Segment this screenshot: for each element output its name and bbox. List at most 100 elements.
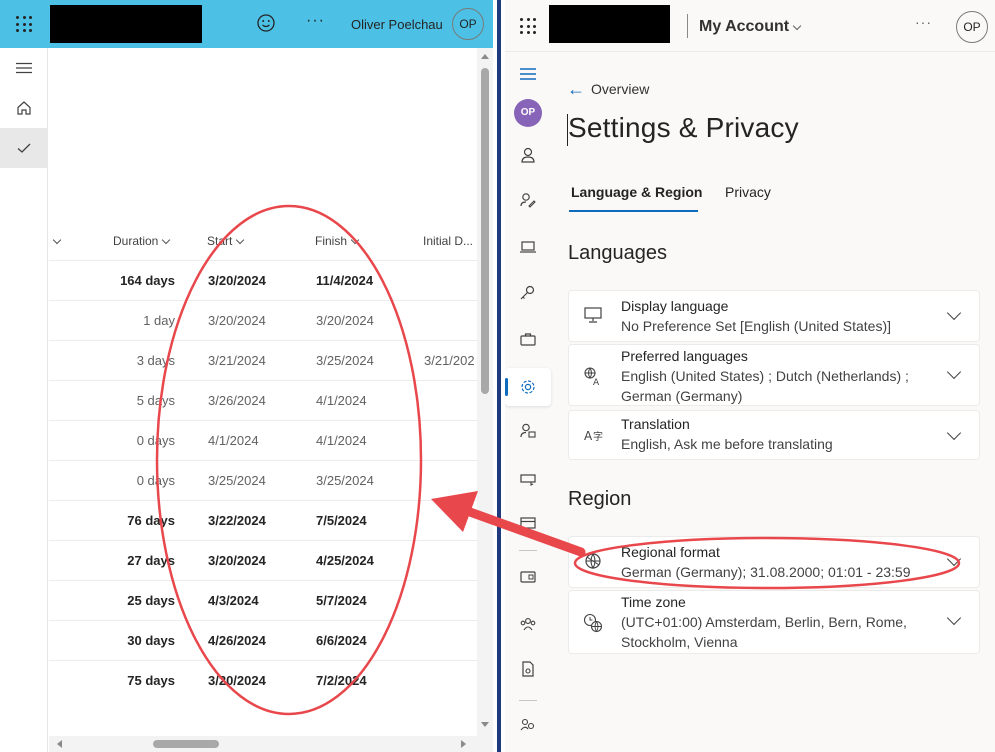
scroll-left-arrow-icon[interactable] <box>57 740 62 748</box>
table-row[interactable]: 5 days 3/26/2024 4/1/2024 <box>49 380 477 420</box>
horizontal-scroll-thumb[interactable] <box>153 740 219 748</box>
user-avatar[interactable]: OP <box>452 8 484 40</box>
table-row[interactable]: 30 days 4/26/2024 6/6/2024 <box>49 620 477 660</box>
feedback-smiley-icon[interactable] <box>256 13 276 33</box>
back-to-overview-link[interactable]: ← Overview <box>567 78 649 99</box>
globe-icon <box>585 553 601 570</box>
finish-cell[interactable]: 3/25/2024 <box>316 473 374 488</box>
finish-cell[interactable]: 4/1/2024 <box>316 393 367 408</box>
vertical-scrollbar[interactable] <box>477 48 493 752</box>
start-cell[interactable]: 3/20/2024 <box>208 273 266 288</box>
finish-cell[interactable]: 6/6/2024 <box>316 633 367 648</box>
password-key-icon[interactable] <box>519 284 537 302</box>
duration-cell[interactable]: 5 days <box>137 393 175 408</box>
tasks-nav-button[interactable] <box>0 128 48 168</box>
display-language-card[interactable]: Display language No Preference Set [Engl… <box>568 290 980 342</box>
scroll-up-arrow-icon[interactable] <box>481 54 489 59</box>
user-name[interactable]: Oliver Poelchau <box>351 17 443 32</box>
app-title-dropdown[interactable]: My Account <box>699 18 802 36</box>
organizations-briefcase-icon[interactable] <box>519 330 537 348</box>
column-header-start[interactable]: Start <box>207 234 245 248</box>
person-icon[interactable] <box>519 146 537 164</box>
access-packages-icon[interactable] <box>519 660 537 678</box>
people-switch-icon[interactable] <box>519 716 537 734</box>
app-launcher-icon[interactable] <box>16 16 32 32</box>
duration-cell[interactable]: 27 days <box>127 553 175 568</box>
settings-nav-active[interactable] <box>505 368 551 406</box>
apps-window-icon[interactable] <box>519 568 537 586</box>
duration-cell[interactable]: 25 days <box>127 593 175 608</box>
column-header-finish[interactable]: Finish <box>315 234 360 248</box>
column-header-initial[interactable]: Initial D... <box>423 234 473 248</box>
start-cell[interactable]: 3/21/2024 <box>208 353 266 368</box>
window-divider[interactable] <box>493 0 505 752</box>
duration-cell[interactable]: 1 day <box>143 313 175 328</box>
card-value: German (Germany); 31.08.2000; 01:01 - 23… <box>621 564 911 580</box>
card-icon[interactable] <box>519 514 537 532</box>
user-avatar[interactable]: OP <box>956 11 988 43</box>
start-cell[interactable]: 3/25/2024 <box>208 473 266 488</box>
column-header-duration[interactable]: Duration <box>113 234 171 248</box>
more-options-icon[interactable]: ··· <box>306 12 325 30</box>
table-row[interactable]: 0 days 3/25/2024 3/25/2024 <box>49 460 477 500</box>
more-options-icon[interactable]: ··· <box>915 14 932 30</box>
start-cell[interactable]: 4/1/2024 <box>208 433 259 448</box>
horizontal-scrollbar[interactable] <box>49 736 477 752</box>
start-cell[interactable]: 3/22/2024 <box>208 513 266 528</box>
table-row[interactable]: 25 days 4/3/2024 5/7/2024 <box>49 580 477 620</box>
languages-heading: Languages <box>568 242 667 264</box>
duration-cell[interactable]: 75 days <box>127 673 175 688</box>
table-row[interactable]: 75 days 3/20/2024 7/2/2024 <box>49 660 477 700</box>
duration-cell[interactable]: 164 days <box>120 273 175 288</box>
table-row[interactable]: 76 days 3/22/2024 7/5/2024 <box>49 500 477 540</box>
scroll-right-arrow-icon[interactable] <box>461 740 466 748</box>
hamburger-menu-button[interactable] <box>0 48 48 88</box>
start-cell[interactable]: 3/26/2024 <box>208 393 266 408</box>
finish-cell[interactable]: 3/25/2024 <box>316 353 374 368</box>
profile-avatar[interactable]: OP <box>514 99 542 127</box>
start-cell[interactable]: 4/26/2024 <box>208 633 266 648</box>
translation-card[interactable]: A字 Translation English, Ask me before tr… <box>568 410 980 460</box>
table-row[interactable]: 1 day 3/20/2024 3/20/2024 <box>49 300 477 340</box>
start-cell[interactable]: 4/3/2024 <box>208 593 259 608</box>
column-header-prev[interactable] <box>49 234 62 248</box>
hamburger-icon[interactable] <box>519 65 537 83</box>
duration-cell[interactable]: 76 days <box>127 513 175 528</box>
start-cell[interactable]: 3/20/2024 <box>208 553 266 568</box>
duration-cell[interactable]: 0 days <box>137 473 175 488</box>
vertical-scroll-thumb[interactable] <box>481 68 489 394</box>
table-row[interactable]: 0 days 4/1/2024 4/1/2024 <box>49 420 477 460</box>
initial-date-cell[interactable]: 3/21/202 <box>424 353 475 368</box>
security-info-icon[interactable] <box>519 191 537 209</box>
finish-cell[interactable]: 5/7/2024 <box>316 593 367 608</box>
table-row[interactable]: 3 days 3/21/2024 3/25/2024 3/21/202 <box>49 340 477 380</box>
finish-cell[interactable]: 3/20/2024 <box>316 313 374 328</box>
tab-privacy[interactable]: Privacy <box>725 184 771 200</box>
scroll-down-arrow-icon[interactable] <box>481 722 489 727</box>
duration-cell[interactable]: 3 days <box>137 353 175 368</box>
my-signins-icon[interactable] <box>519 470 537 488</box>
tab-language-region[interactable]: Language & Region <box>571 184 702 200</box>
time-zone-card[interactable]: Time zone (UTC+01:00) Amsterdam, Berlin,… <box>568 590 980 654</box>
regional-format-card[interactable]: Regional format German (Germany); 31.08.… <box>568 536 980 588</box>
finish-cell[interactable]: 4/1/2024 <box>316 433 367 448</box>
finish-cell[interactable]: 7/5/2024 <box>316 513 367 528</box>
start-cell[interactable]: 3/20/2024 <box>208 673 266 688</box>
table-row[interactable]: 164 days 3/20/2024 11/4/2024 <box>49 260 477 300</box>
card-value: English, Ask me before translating <box>621 436 833 452</box>
preferred-languages-card[interactable]: A Preferred languages English (United St… <box>568 344 980 406</box>
devices-icon[interactable] <box>519 238 537 256</box>
home-nav-button[interactable] <box>0 88 48 128</box>
privacy-person-lock-icon[interactable] <box>519 422 537 440</box>
duration-cell[interactable]: 0 days <box>137 433 175 448</box>
table-row[interactable]: 27 days 3/20/2024 4/25/2024 <box>49 540 477 580</box>
finish-cell[interactable]: 4/25/2024 <box>316 553 374 568</box>
groups-icon[interactable] <box>519 615 537 633</box>
gear-icon <box>521 380 535 394</box>
finish-cell[interactable]: 11/4/2024 <box>316 273 373 288</box>
start-cell[interactable]: 3/20/2024 <box>208 313 266 328</box>
app-launcher-icon[interactable] <box>520 18 536 34</box>
card-value: No Preference Set [English (United State… <box>621 318 892 334</box>
duration-cell[interactable]: 30 days <box>127 633 175 648</box>
finish-cell[interactable]: 7/2/2024 <box>316 673 367 688</box>
